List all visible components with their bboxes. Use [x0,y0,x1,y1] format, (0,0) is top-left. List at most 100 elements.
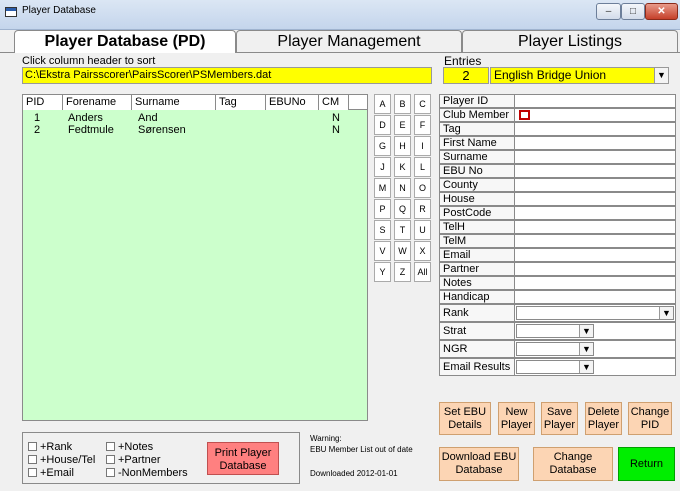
house-field[interactable] [515,192,676,206]
letter-w-button[interactable]: W [394,241,411,261]
cell-forename[interactable]: Fedtmule [65,124,114,136]
chevron-down-icon[interactable]: ▼ [654,68,668,83]
maximize-button[interactable]: □ [621,3,645,20]
letter-x-button[interactable]: X [414,241,431,261]
cell-surname[interactable]: Sørensen [135,124,186,136]
print-player-database-button[interactable]: Print Player Database [207,442,279,475]
email-option[interactable]: +Email [28,467,74,479]
button-label: Database [455,464,503,476]
letter-j-button[interactable]: J [374,157,391,177]
surname-field[interactable] [515,150,676,164]
notes-option[interactable]: +Notes [106,441,153,453]
partner-option[interactable]: +Partner [106,454,161,466]
checkbox-icon[interactable] [28,455,37,464]
letter-t-button[interactable]: T [394,220,411,240]
field-label: EBU No [439,164,515,178]
postcode-field[interactable] [515,206,676,220]
minimize-button[interactable]: ‒ [596,3,621,20]
column-header-cm[interactable]: CM [319,95,349,110]
chevron-down-icon[interactable]: ▼ [579,361,593,373]
rank-option[interactable]: +Rank [28,441,72,453]
cell-surname[interactable]: And [135,112,158,124]
letter-v-button[interactable]: V [374,241,391,261]
button-label: PID [640,419,660,431]
letter-i-button[interactable]: I [414,136,431,156]
ebu-no-field[interactable] [515,164,676,178]
letter-g-button[interactable]: G [374,136,391,156]
entries-dropdown[interactable]: English Bridge Union ▼ [490,67,669,84]
cell-pid[interactable]: 2 [31,124,40,136]
column-header-surname[interactable]: Surname [132,95,216,110]
column-header-forename[interactable]: Forename [63,95,132,110]
field-label: NGR [439,340,515,358]
entries-label: Entries [444,54,482,68]
letter-o-button[interactable]: O [414,178,431,198]
save-player-button[interactable]: Save Player [541,402,578,435]
letter-y-button[interactable]: Y [374,262,391,282]
column-header-tag[interactable]: Tag [216,95,266,110]
letter-c-button[interactable]: C [414,94,431,114]
change-pid-button[interactable]: Change PID [628,402,672,435]
tag-field[interactable] [515,122,676,136]
player-table[interactable]: PID Forename Surname Tag EBUNo CM 1 Ande… [22,94,368,421]
letter-k-button[interactable]: K [394,157,411,177]
email-results-dropdown[interactable]: ▼ [516,360,594,374]
notes-field[interactable] [515,276,676,290]
field-label: Email Results [439,358,515,376]
tab-player-database[interactable]: Player Database (PD) [14,30,236,53]
letter-u-button[interactable]: U [414,220,431,240]
column-header-pid[interactable]: PID [23,95,63,110]
letter-a-button[interactable]: A [374,94,391,114]
letter-p-button[interactable]: P [374,199,391,219]
letter-b-button[interactable]: B [394,94,411,114]
non-members-option[interactable]: -NonMembers [106,467,188,479]
player-id-field[interactable] [515,94,676,108]
handicap-field[interactable] [515,290,676,304]
first-name-field[interactable] [515,136,676,150]
letter-q-button[interactable]: Q [394,199,411,219]
telm-field[interactable] [515,234,676,248]
download-ebu-database-button[interactable]: Download EBU Database [439,447,519,481]
set-ebu-details-button[interactable]: Set EBU Details [439,402,491,435]
rank-dropdown[interactable]: ▼ [516,306,674,320]
county-field[interactable] [515,178,676,192]
delete-player-button[interactable]: Delete Player [585,402,622,435]
telh-field[interactable] [515,220,676,234]
checkbox-icon[interactable] [106,442,115,451]
checkbox-icon[interactable] [106,468,115,477]
partner-field[interactable] [515,262,676,276]
return-button[interactable]: Return [618,447,675,481]
letter-s-button[interactable]: S [374,220,391,240]
tab-player-management[interactable]: Player Management [236,30,462,52]
column-header-ebuno[interactable]: EBUNo [266,95,319,110]
letter-l-button[interactable]: L [414,157,431,177]
house-tel-option[interactable]: +House/Tel [28,454,95,466]
new-player-button[interactable]: New Player [498,402,535,435]
letter-z-button[interactable]: Z [394,262,411,282]
cell-cm[interactable]: N [329,124,340,136]
strat-dropdown[interactable]: ▼ [516,324,594,338]
change-database-button[interactable]: Change Database [533,447,613,481]
letter-d-button[interactable]: D [374,115,391,135]
cell-cm[interactable]: N [329,112,340,124]
tab-player-listings[interactable]: Player Listings [462,30,678,52]
cell-forename[interactable]: Anders [65,112,103,124]
letter-m-button[interactable]: M [374,178,391,198]
ngr-dropdown[interactable]: ▼ [516,342,594,356]
chevron-down-icon[interactable]: ▼ [579,325,593,337]
letter-r-button[interactable]: R [414,199,431,219]
letter-e-button[interactable]: E [394,115,411,135]
checkbox-icon[interactable] [28,442,37,451]
letter-h-button[interactable]: H [394,136,411,156]
letter-f-button[interactable]: F [414,115,431,135]
close-button[interactable]: ✕ [645,3,678,20]
letter-all-button[interactable]: All [414,262,431,282]
email-field[interactable] [515,248,676,262]
checkbox-icon[interactable] [106,455,115,464]
club-member-checkbox[interactable] [519,110,530,120]
chevron-down-icon[interactable]: ▼ [659,307,673,319]
letter-n-button[interactable]: N [394,178,411,198]
cell-pid[interactable]: 1 [31,112,40,124]
checkbox-icon[interactable] [28,468,37,477]
chevron-down-icon[interactable]: ▼ [579,343,593,355]
